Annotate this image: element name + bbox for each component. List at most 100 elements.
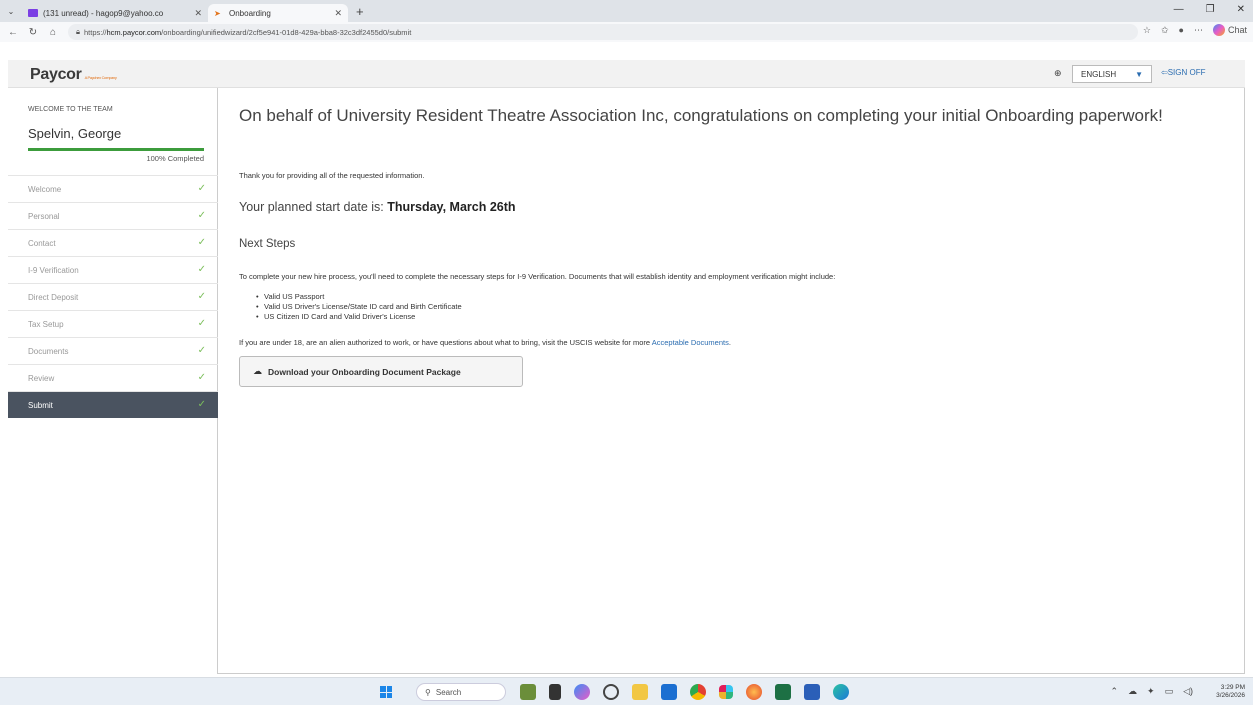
paycor-favicon-icon: ➤ [214,9,221,18]
copilot-icon [1212,24,1225,36]
list-item: Valid US Driver's License/State ID card … [256,302,462,312]
minimize-icon[interactable]: — [1174,4,1184,15]
step-submit[interactable]: Submit ✓ [8,391,218,418]
tab-title: Onboarding [229,8,271,18]
chevron-up-icon[interactable]: ⌃ [1110,686,1118,697]
page-title: On behalf of University Resident Theatre… [239,106,1163,125]
task-view-icon[interactable] [549,684,561,700]
logo-text: Paycor [30,66,82,83]
refresh-icon[interactable]: ↻ [26,27,40,38]
profile-icon[interactable]: ● [1179,25,1184,35]
chat-label: Chat [1227,25,1247,35]
step-label: Documents [28,346,69,356]
new-tab-button[interactable]: + [356,4,364,19]
download-label: Download your Onboarding Document Packag… [268,366,461,377]
globe-icon: ⊕ [1054,68,1062,78]
list-item: Valid US Passport [256,292,462,302]
favorite-star-icon[interactable]: ☆ [1143,25,1151,36]
under18-body: If you are under 18, are an alien author… [239,338,652,347]
step-review[interactable]: Review ✓ [8,364,218,391]
copilot-app-icon[interactable] [574,684,590,700]
outlook-icon[interactable] [661,684,677,700]
tab-mail[interactable]: (131 unread) - hagop9@yahoo.co ✕ [22,4,208,22]
network-icon[interactable]: ▭ [1165,686,1174,697]
favorites-icon[interactable]: ✩ [1161,25,1169,36]
time: 3:29 PM [1220,684,1245,691]
progress-fill [28,148,204,151]
lock-icon: 🔒︎ [76,27,80,36]
date: 3/26/2026 [1216,692,1245,699]
step-i9-verification[interactable]: I-9 Verification ✓ [8,256,218,283]
chrome-icon[interactable] [690,684,706,700]
volume-icon[interactable]: ◁) [1183,686,1193,697]
start-date-value: Thursday, March 26th [387,200,516,214]
search-placeholder: Search [435,687,462,697]
widgets-icon[interactable] [520,684,536,700]
taskbar-apps [520,684,849,700]
under18-text: If you are under 18, are an alien author… [239,338,731,347]
back-icon[interactable]: ← [6,27,20,38]
dropbox-icon[interactable]: ✦ [1147,686,1155,697]
next-steps-text: To complete your new hire process, you'l… [239,272,836,281]
checkmark-icon: ✓ [197,183,206,194]
start-date-prefix: Your planned start date is: [239,200,388,214]
url-field[interactable]: 🔒︎ https://hcm.paycor.com/onboarding/uni… [68,24,1138,40]
close-tab-icon[interactable]: ✕ [194,8,202,19]
step-label: Personal [28,211,60,221]
step-documents[interactable]: Documents ✓ [8,337,218,364]
language-value: ENGLISH [1081,69,1117,79]
search-icon: ⚲ [425,687,431,697]
dell-icon[interactable] [603,684,619,700]
edge-icon[interactable] [833,684,849,700]
under18-suffix: . [728,338,731,347]
employee-name: Spelvin, George [28,126,122,141]
word-icon[interactable] [804,684,820,700]
step-tax-setup[interactable]: Tax Setup ✓ [8,310,218,337]
window-controls: — ❐ ✕ [1174,4,1245,15]
slack-icon[interactable] [719,685,733,699]
taskbar-search[interactable]: ⚲ Search [416,683,506,701]
step-contact[interactable]: Contact ✓ [8,229,218,256]
thanks-text: Thank you for providing all of the reque… [239,171,425,180]
app-header: Paycor A Paychex Company ⊕ ENGLISH ▼ ⇦SIG… [8,60,1245,88]
next-steps-heading: Next Steps [239,238,296,250]
progress-label: 100% Completed [146,154,204,163]
close-tab-icon[interactable]: ✕ [334,8,342,19]
sign-off-icon: ⇦ [1161,68,1168,77]
language-select[interactable]: ENGLISH ▼ [1072,65,1152,83]
tab-onboarding[interactable]: ➤ Onboarding ✕ [208,4,348,22]
step-label: I-9 Verification [28,265,79,275]
progress-bar [28,148,204,151]
step-direct-deposit[interactable]: Direct Deposit ✓ [8,283,218,310]
onedrive-icon[interactable]: ☁ [1128,686,1137,697]
mail-icon [28,9,38,17]
more-icon[interactable]: ⋯ [1194,25,1203,36]
checkmark-icon: ✓ [197,237,206,248]
file-explorer-icon[interactable] [632,684,648,700]
main-content: On behalf of University Resident Theatre… [239,104,1229,127]
system-tray: ⌃ ☁ ✦ ▭ ◁) [1110,686,1193,697]
close-window-icon[interactable]: ✕ [1237,4,1245,15]
tab-actions-icon[interactable]: ⌄ [0,7,22,16]
download-package-button[interactable]: ☁ Download your Onboarding Document Packa… [239,356,523,387]
firefox-icon[interactable] [746,684,762,700]
chat-button[interactable]: Chat [1212,24,1247,36]
list-item: US Citizen ID Card and Valid Driver's Li… [256,312,462,322]
restore-icon[interactable]: ❐ [1206,4,1215,15]
cloud-download-icon: ☁ [253,366,262,376]
document-list: Valid US Passport Valid US Driver's Lice… [256,292,462,322]
windows-start-icon[interactable] [380,686,392,698]
step-personal[interactable]: Personal ✓ [8,202,218,229]
step-welcome[interactable]: Welcome ✓ [8,175,218,202]
excel-icon[interactable] [775,684,791,700]
chevron-down-icon: ▼ [1135,70,1143,79]
logo-tagline: A Paychex Company [84,75,117,80]
wizard-steps: Welcome ✓ Personal ✓ Contact ✓ I-9 Verifica… [8,175,218,418]
taskbar: ⚲ Search ⌃ ☁ ✦ ▭ ◁) 3:29 PM 3/26/2026 [0,677,1253,705]
acceptable-documents-link[interactable]: Acceptable Documents [652,338,729,347]
home-icon[interactable]: ⌂ [46,27,60,38]
clock[interactable]: 3:29 PM 3/26/2026 [1216,684,1245,700]
browser-toolbar-icons: ☆ ✩ ● ⋯ Chat [1143,24,1247,36]
step-label: Welcome [28,184,62,194]
sign-off-link[interactable]: ⇦SIGN OFF [1161,68,1205,77]
